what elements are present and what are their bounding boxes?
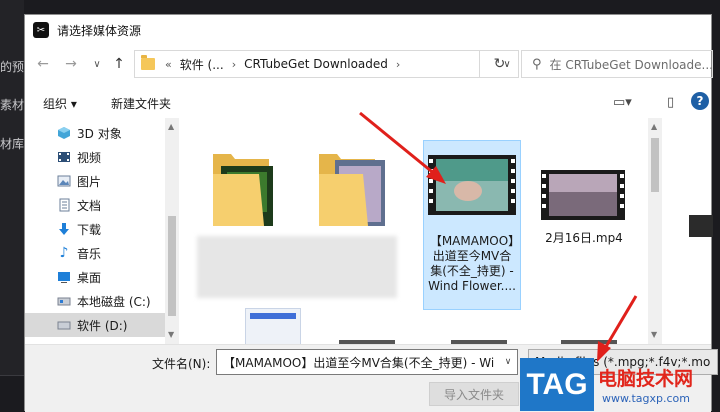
background-app-footer: [0, 375, 24, 411]
file-name: 2月16日.mp4: [545, 231, 623, 245]
import-folder-button[interactable]: 导入文件夹: [429, 382, 519, 406]
video-thumbnail-icon: [541, 170, 625, 220]
file-name: 【MAMAMOO】出道至今MV合集(不全_持更) - Wind Flower..…: [428, 234, 516, 293]
video-icon: [57, 150, 71, 164]
folder-item[interactable]: [295, 126, 393, 236]
help-icon[interactable]: ?: [691, 92, 709, 110]
watermark-tag: TAG: [520, 358, 594, 411]
sidebar-item-label: 本地磁盘 (C:): [77, 294, 151, 309]
view-options-icon[interactable]: ▭▾: [613, 95, 632, 110]
back-arrow-icon[interactable]: ←: [33, 54, 53, 74]
sidebar-item-software-d[interactable]: 软件 (D:): [25, 313, 165, 337]
video-thumbnail-partial[interactable]: [689, 215, 713, 237]
file-list: 【MAMAMOO】出道至今MV合集(不全_持更) - Wind Flower..…: [183, 118, 647, 344]
sidebar-item-label: 3D 对象: [77, 126, 122, 141]
sidebar-item-downloads[interactable]: 下载: [25, 217, 165, 241]
drive-icon: [57, 294, 71, 308]
watermark-text: 电脑技术网: [598, 368, 694, 390]
sidebar-item-label: 桌面: [77, 270, 102, 285]
search-icon: ⚲: [532, 56, 542, 72]
folder-icon: [213, 154, 273, 236]
file-item-partial[interactable]: [245, 308, 301, 344]
picture-icon: [57, 174, 71, 188]
capcut-app-icon: ✂: [33, 22, 49, 38]
sidebar-item-documents[interactable]: 文档: [25, 193, 165, 217]
sidebar-item-3d-objects[interactable]: 3D 对象: [25, 121, 165, 145]
new-folder-button[interactable]: 新建文件夹: [111, 95, 171, 112]
sidebar-scrollbar[interactable]: ▲ ▼: [165, 118, 179, 344]
background-label: 素材: [0, 98, 24, 112]
blurred-region: [197, 236, 397, 298]
music-icon: ♪: [59, 245, 69, 261]
background-label: 材库: [0, 137, 24, 151]
document-icon: [57, 198, 71, 212]
up-arrow-icon[interactable]: ↑: [109, 54, 129, 74]
breadcrumb-item[interactable]: CRTubeGet Downloaded: [244, 57, 388, 71]
command-toolbar: 组织 ▾ 新建文件夹 ▭▾ ▯ ?: [25, 87, 711, 117]
breadcrumb-separator-icon[interactable]: ›: [396, 58, 400, 71]
folder-icon: [319, 154, 385, 236]
sidebar-item-videos[interactable]: 视频: [25, 145, 165, 169]
desktop-icon: [57, 270, 71, 284]
file-list-scrollbar[interactable]: ▲ ▼: [648, 118, 662, 344]
folder-icon: [141, 55, 155, 70]
cube-icon: [57, 126, 71, 140]
sidebar-scroll-thumb[interactable]: [168, 216, 176, 316]
sidebar-item-label: 软件 (D:): [77, 318, 128, 333]
navigation-pane: 3D 对象 视频 图片 文档 下载 ♪ 音乐 桌面 本地磁盘 (C:) 软件 (…: [25, 118, 179, 344]
sidebar-item-pictures[interactable]: 图片: [25, 169, 165, 193]
filename-input[interactable]: 【MAMAMOO】出道至今MV合集(不全_持更) - Wi ∨: [216, 349, 518, 375]
scroll-down-icon[interactable]: ▼: [651, 330, 657, 339]
dialog-titlebar: ✂ 请选择媒体资源: [25, 15, 711, 45]
chevron-down-icon[interactable]: ∨: [499, 350, 517, 374]
organize-menu[interactable]: 组织 ▾: [43, 95, 77, 112]
watermark-url: www.tagxp.com: [602, 392, 690, 405]
watermark-logo: TAG 电脑技术网 www.tagxp.com: [520, 358, 720, 411]
search-input[interactable]: 在 CRTubeGet Downloade...: [550, 56, 712, 73]
scroll-up-icon[interactable]: ▲: [651, 122, 657, 131]
preview-pane-icon[interactable]: ▯: [667, 95, 674, 110]
forward-arrow-icon[interactable]: →: [61, 54, 81, 74]
recent-locations-chevron-icon[interactable]: ∨: [87, 54, 107, 74]
search-box[interactable]: ⚲ 在 CRTubeGet Downloade...: [521, 50, 713, 78]
file-list-scroll-thumb[interactable]: [651, 138, 659, 192]
navigation-bar: ← → ∨ ↑ « 软件 (... › CRTubeGet Downloaded…: [25, 49, 713, 79]
video-file-item-selected[interactable]: 【MAMAMOO】出道至今MV合集(不全_持更) - Wind Flower..…: [423, 140, 521, 310]
video-thumbnail-icon: [428, 155, 516, 215]
breadcrumb-separator-icon[interactable]: ›: [232, 58, 236, 71]
background-app-panel: 的预 素材 材库: [0, 0, 24, 411]
file-open-dialog: ✂ 请选择媒体资源 ← → ∨ ↑ « 软件 (... › CRTubeGet …: [24, 14, 718, 412]
sidebar-item-label: 图片: [77, 174, 102, 189]
filename-value: 【MAMAMOO】出道至今MV合集(不全_持更) - Wi: [223, 355, 495, 370]
scroll-down-icon[interactable]: ▼: [168, 330, 174, 339]
sidebar-item-desktop[interactable]: 桌面: [25, 265, 165, 289]
drive-icon: [57, 318, 71, 332]
breadcrumb-overflow[interactable]: «: [165, 58, 172, 71]
sidebar-item-music[interactable]: ♪ 音乐: [25, 241, 165, 265]
sidebar-item-label: 音乐: [77, 246, 102, 261]
sidebar-item-label: 视频: [77, 150, 102, 165]
dialog-title: 请选择媒体资源: [57, 23, 142, 38]
video-file-item[interactable]: 2月16日.mp4: [535, 140, 633, 310]
scroll-up-icon[interactable]: ▲: [168, 122, 174, 131]
refresh-icon[interactable]: ↻: [479, 50, 519, 78]
breadcrumb-item[interactable]: 软件 (...: [180, 56, 224, 73]
sidebar-item-local-disk-c[interactable]: 本地磁盘 (C:): [25, 289, 165, 313]
background-label: 的预: [0, 60, 24, 74]
filename-label: 文件名(N):: [152, 357, 211, 371]
sidebar-item-label: 文档: [77, 198, 102, 213]
download-icon: [57, 222, 71, 236]
sidebar-item-label: 下载: [77, 222, 102, 237]
address-bar[interactable]: « 软件 (... › CRTubeGet Downloaded › ∨: [134, 50, 519, 78]
